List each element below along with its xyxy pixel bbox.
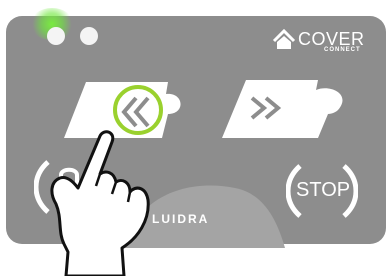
- close-cover-button[interactable]: [218, 74, 354, 144]
- pointing-hand-icon: [50, 130, 150, 276]
- brand-name: COVER: [298, 29, 365, 49]
- brand-subtitle: CONNECT: [324, 47, 361, 53]
- status-led-right: [80, 27, 98, 45]
- house-roof-icon: [272, 29, 296, 49]
- stop-button-label[interactable]: STOP: [296, 178, 350, 202]
- status-led-left: [47, 27, 65, 45]
